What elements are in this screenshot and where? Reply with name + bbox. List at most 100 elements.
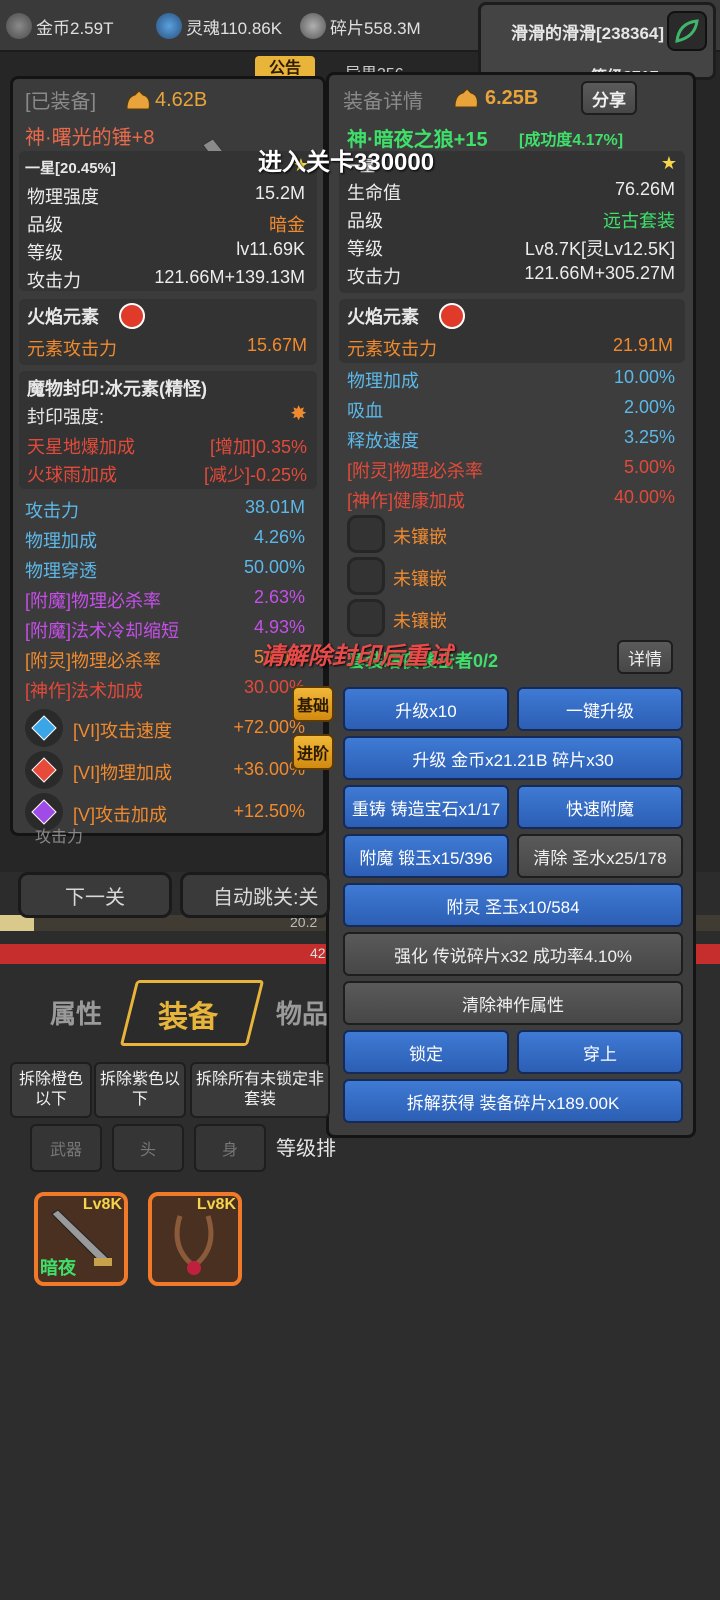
inventory-item[interactable]: Lv8K bbox=[148, 1192, 242, 1286]
slot-filter-button[interactable]: 身 bbox=[194, 1124, 266, 1172]
equipped-extra-label: [附魔]法术冷却缩短 bbox=[25, 621, 180, 641]
power-arm-icon bbox=[123, 87, 153, 113]
seal-section: 魔物封印:冰元素(精怪) 封印强度: ✸ 天星地爆加成 [增加]0.35% 火球… bbox=[19, 371, 317, 489]
shard-icon bbox=[300, 13, 326, 39]
detail-stat-label: 攻击力 bbox=[347, 267, 401, 287]
equipped-extra-label: 物理加成 bbox=[25, 531, 97, 551]
seal-title: 魔物封印:冰元素(精怪) bbox=[27, 379, 207, 399]
item-level: Lv8K bbox=[82, 1196, 122, 1213]
detail-stat-label: 等级 bbox=[347, 239, 383, 259]
equipped-star-line: 一星[20.45%] bbox=[25, 160, 116, 177]
gem-stat-label: [VI]物理加成 bbox=[73, 763, 173, 783]
power-arm-icon bbox=[451, 85, 481, 111]
detail-title: 装备详情 bbox=[343, 91, 423, 113]
equipped-extra-label: [附灵]物理必杀率 bbox=[25, 651, 162, 671]
gem-stat-label: [VI]攻击速度 bbox=[73, 721, 173, 741]
detail-power: 6.25B bbox=[485, 87, 539, 109]
fire-element-icon bbox=[119, 303, 145, 329]
player-profile[interactable]: 滑滑的滑滑[238364] 等级8717 bbox=[478, 2, 716, 86]
gem-stat-label: [V]攻击加成 bbox=[73, 805, 168, 825]
equipped-stat-label: 攻击力 bbox=[27, 271, 81, 291]
detail-panel: 装备详情 6.25B 分享 神·暗夜之狼+15 [成功度4.17%] 一星 ★ … bbox=[326, 72, 696, 1138]
next-stage-button[interactable]: 下一关 bbox=[18, 872, 172, 918]
tab-equipment[interactable]: 装备 bbox=[158, 992, 218, 1036]
cut-off-label: 攻击力 bbox=[35, 829, 84, 846]
empty-socket[interactable] bbox=[347, 515, 385, 553]
clear-holywater-button[interactable]: 清除 圣水x25/178 bbox=[517, 834, 683, 878]
detail-stat-value: 121.66M+305.27M bbox=[524, 263, 675, 283]
tab-advanced[interactable]: 进阶 bbox=[292, 734, 334, 770]
quick-enchant-button[interactable]: 快速附魔 bbox=[517, 785, 683, 829]
upgrade-x10-button[interactable]: 升级x10 bbox=[343, 687, 509, 731]
strengthen-button[interactable]: 强化 传说碎片x32 成功率4.10% bbox=[343, 932, 683, 976]
equipped-extra-label: 攻击力 bbox=[25, 501, 79, 521]
red-gem-icon bbox=[25, 751, 63, 789]
equipped-stat-value: 15.2M bbox=[254, 183, 305, 203]
recast-button[interactable]: 重铸 铸造宝石x1/17 bbox=[343, 785, 509, 829]
detail-element-section: 火焰元素 元素攻击力 21.91M bbox=[339, 299, 685, 363]
item-tag: 暗夜 bbox=[40, 1258, 76, 1278]
seal-line-2-label: 火球雨加成 bbox=[27, 465, 117, 485]
equipped-extra-label: [附魔]物理必杀率 bbox=[25, 591, 162, 611]
enchant-button[interactable]: 附魔 锻玉x15/396 bbox=[343, 834, 509, 878]
success-rate: [成功度4.17%] bbox=[519, 132, 624, 149]
shard-resource: 碎片558.3M bbox=[300, 12, 421, 40]
seal-strength-label: 封印强度: bbox=[27, 407, 105, 427]
coin-icon bbox=[6, 13, 32, 39]
blue-gem-icon bbox=[25, 709, 63, 747]
upgrade-all-button[interactable]: 一键升级 bbox=[517, 687, 683, 731]
socket-label: 未镶嵌 bbox=[393, 527, 447, 547]
clear-divine-button[interactable]: 清除神作属性 bbox=[343, 981, 683, 1025]
equipped-stat-label: 等级 bbox=[27, 243, 63, 263]
equipped-extra-value: 50.00% bbox=[243, 557, 305, 577]
detail-extra-label: 物理加成 bbox=[347, 371, 419, 391]
element-attack-value: 15.67M bbox=[246, 335, 307, 355]
dismantle-filter-button[interactable]: 拆除所有未锁定非套装 bbox=[190, 1062, 330, 1118]
seal-line-2-value: [减少]-0.25% bbox=[203, 465, 307, 485]
empty-socket[interactable] bbox=[347, 557, 385, 595]
gem-stat-value: +12.50% bbox=[233, 801, 305, 821]
dismantle-filter-button[interactable]: 拆除紫色以下 bbox=[94, 1062, 186, 1118]
detail-stat-label: 品级 bbox=[347, 211, 383, 231]
equip-button[interactable]: 穿上 bbox=[517, 1030, 683, 1074]
equipped-panel: [已装备] 4.62B 神·曙光的锤+8 一星[20.45%] ★ 火焰元素 元… bbox=[10, 76, 326, 846]
upgrade-cost-button[interactable]: 升级 金币x21.21B 碎片x30 bbox=[343, 736, 683, 780]
equipped-stat-label: 品级 bbox=[27, 215, 63, 235]
detail-extra-value: 3.25% bbox=[623, 427, 675, 447]
equipped-extra-label: [神作]法术加成 bbox=[25, 681, 144, 701]
detail-extra-value: 2.00% bbox=[623, 397, 675, 417]
equipped-extra-label: 物理穿透 bbox=[25, 561, 97, 581]
seal-line-1-value: [增加]0.35% bbox=[209, 437, 307, 457]
soul-resource: 灵魂110.86K bbox=[156, 12, 282, 40]
share-button[interactable]: 分享 bbox=[581, 81, 637, 115]
empty-socket[interactable] bbox=[347, 599, 385, 637]
auto-skip-button[interactable]: 自动跳关:关 bbox=[180, 872, 330, 918]
slot-filter-button[interactable]: 武器 bbox=[30, 1124, 102, 1172]
necklace-item-icon bbox=[160, 1208, 230, 1278]
tab-basic[interactable]: 基础 bbox=[292, 686, 334, 722]
spirit-button[interactable]: 附灵 圣玉x10/584 bbox=[343, 883, 683, 927]
detail-extra-value: 10.00% bbox=[613, 367, 675, 387]
dismantle-button[interactable]: 拆解获得 装备碎片x189.00K bbox=[343, 1079, 683, 1123]
sort-level-button[interactable]: 等级排 bbox=[276, 1132, 336, 1161]
detail-extra-label: 释放速度 bbox=[347, 431, 419, 451]
socket-label: 未镶嵌 bbox=[393, 569, 447, 589]
slot-filter-button[interactable]: 头 bbox=[112, 1124, 184, 1172]
set-detail-button[interactable]: 详情 bbox=[617, 640, 673, 674]
lock-button[interactable]: 锁定 bbox=[343, 1030, 509, 1074]
dismantle-filter-button[interactable]: 拆除橙色以下 bbox=[10, 1062, 92, 1118]
equipped-extra-value: 4.93% bbox=[253, 617, 305, 637]
inventory-item[interactable]: Lv8K 暗夜 bbox=[34, 1192, 128, 1286]
equipped-element-section: 火焰元素 元素攻击力 15.67M bbox=[19, 299, 317, 365]
equipped-power: 4.62B bbox=[155, 89, 208, 111]
tab-items[interactable]: 物品 bbox=[276, 994, 328, 1031]
fire-element-icon bbox=[439, 303, 465, 329]
leaf-icon[interactable] bbox=[667, 11, 707, 51]
equipped-stat-value: 121.66M+139.13M bbox=[154, 267, 305, 287]
socket-label: 未镶嵌 bbox=[393, 611, 447, 631]
equipped-extra-value: 2.63% bbox=[253, 587, 305, 607]
element-title: 火焰元素 bbox=[27, 307, 99, 327]
tab-attributes[interactable]: 属性 bbox=[50, 994, 102, 1031]
player-name: 滑滑的滑滑[238364] bbox=[511, 24, 665, 43]
element-attack-label: 元素攻击力 bbox=[347, 339, 437, 359]
